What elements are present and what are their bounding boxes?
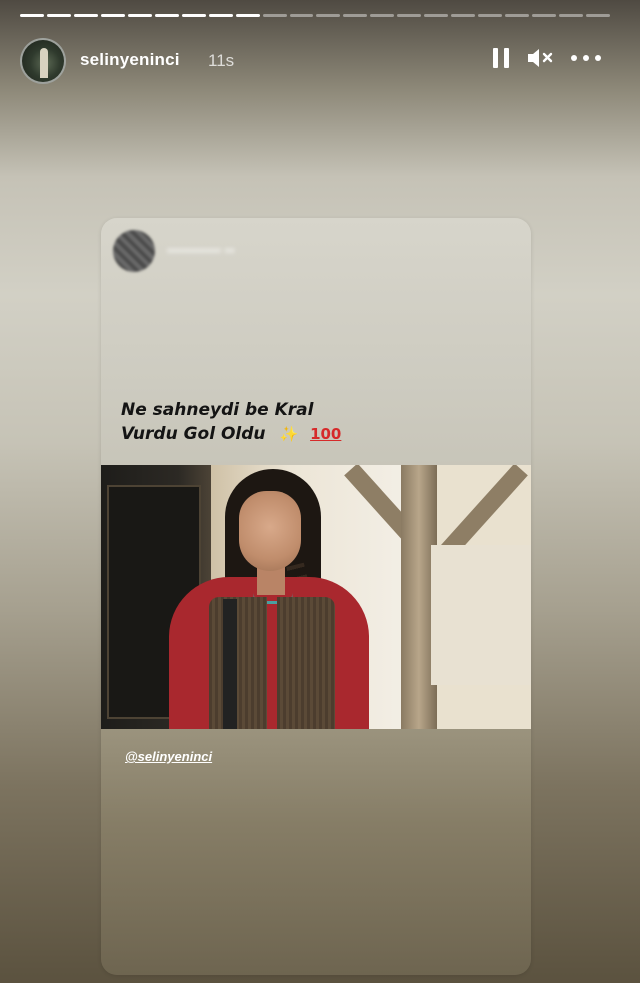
progress-segment [559,14,584,17]
shared-post-caption: Ne sahneydi be Kral Vurdu Gol Oldu ✨ 100 [121,398,501,446]
blurred-avatar [113,230,155,272]
photo-window [431,545,531,685]
caption-line-2-text: Vurdu Gol Oldu [121,424,266,444]
photo-person [169,465,369,729]
story-controls [492,46,602,70]
story-viewer: { "story": { "progress_segments": 22, "s… [0,0,640,983]
post-time: 11s [208,51,235,70]
caption-line-2: Vurdu Gol Oldu ✨ 100 [121,422,501,446]
photo-vest-left [209,597,267,729]
progress-segment [451,14,476,17]
sparkle-emoji-icon: ✨ [279,425,299,443]
progress-segment [424,14,449,17]
progress-segment [208,14,233,17]
shared-post-header: ••••••••••• •• [113,230,513,274]
photo-vest-right [277,597,335,729]
progress-segment [586,14,610,17]
progress-segment [478,14,503,17]
caption-line-1: Ne sahneydi be Kral [121,400,314,420]
shared-post-photo [101,465,531,729]
progress-segment [20,14,44,17]
progress-segment [154,14,179,17]
story-header: selinyeninci 11s [20,36,610,86]
pause-icon[interactable] [492,46,510,70]
progress-segment [100,14,125,17]
progress-segment [289,14,314,17]
progress-segment [46,14,71,17]
story-progress-bar [20,14,610,18]
progress-segment [316,14,341,17]
avatar[interactable] [20,38,66,84]
progress-segment [532,14,557,17]
photo-strap [223,599,237,729]
mention-link[interactable]: @selinyeninci [125,749,212,764]
blurred-username: ••••••••••• •• [167,242,235,258]
progress-segment [370,14,395,17]
progress-segment [181,14,206,17]
hundred-points-emoji-icon: 100 [310,425,342,443]
progress-segment [262,14,287,17]
photo-face [239,491,301,571]
progress-segment [73,14,98,17]
username[interactable]: selinyeninci [80,50,180,70]
progress-segment [127,14,152,17]
progress-segment [397,14,422,17]
progress-segment [505,14,530,17]
more-options-icon[interactable] [570,46,602,70]
avatar-figure [40,48,48,78]
muted-speaker-icon[interactable] [526,46,554,70]
progress-segment [235,14,260,17]
progress-segment [343,14,368,17]
shared-post-card[interactable]: ••••••••••• •• Ne sahneydi be Kral Vurdu… [101,218,531,975]
